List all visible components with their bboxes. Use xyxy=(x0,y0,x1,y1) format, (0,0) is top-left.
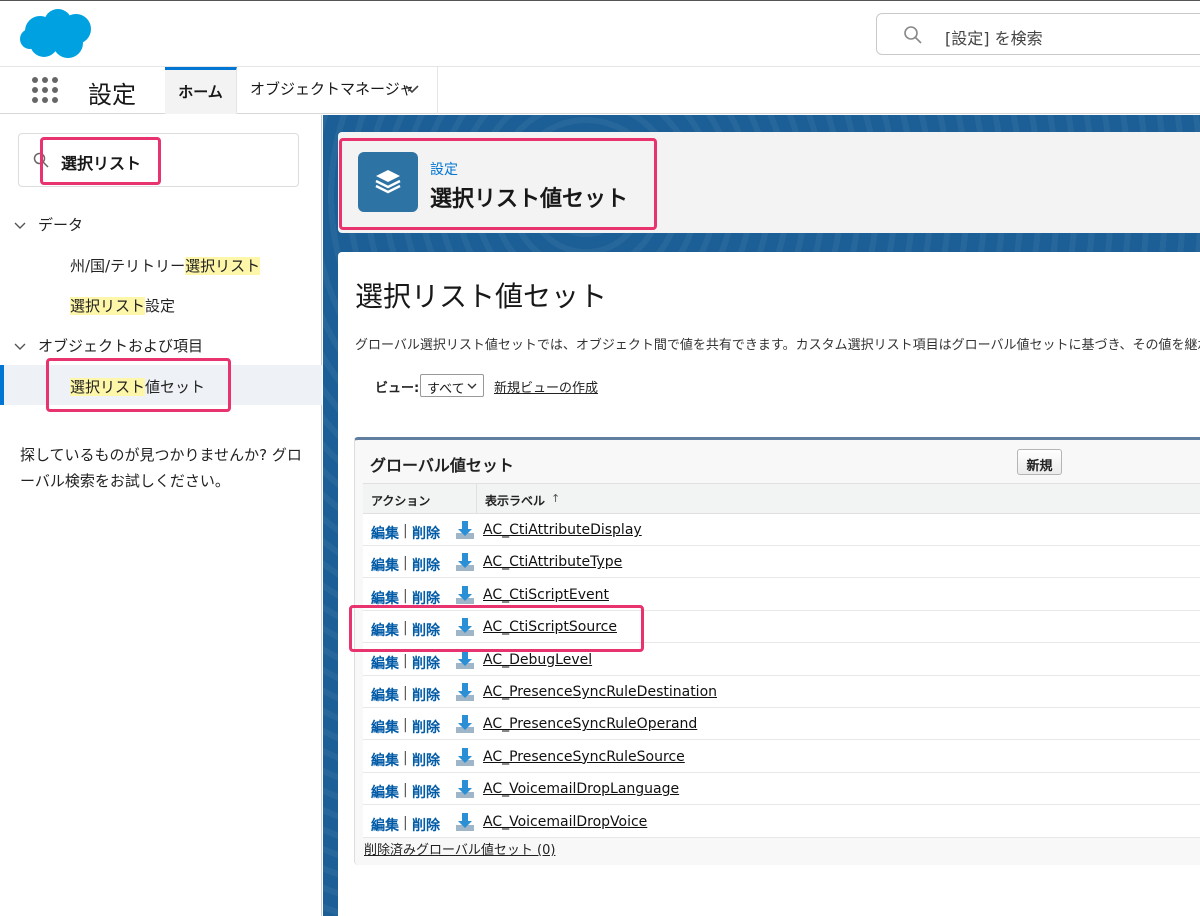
setup-sidebar: 選択リスト データ 州/国/テリトリー選択リスト 選択リスト設定 オブジェクトお… xyxy=(0,115,322,916)
global-header: [設定] を検索 xyxy=(0,0,1200,66)
value-set-name-link[interactable]: AC_CtiAttributeDisplay xyxy=(483,522,642,538)
value-set-name-link[interactable]: AC_VoicemailDropLanguage xyxy=(483,781,679,797)
delete-link[interactable]: 削除 xyxy=(412,717,440,737)
download-icon[interactable] xyxy=(454,778,476,800)
chevron-down-icon[interactable] xyxy=(405,84,419,94)
new-button[interactable]: 新規 xyxy=(1017,449,1062,475)
edit-link[interactable]: 編集 xyxy=(371,523,399,543)
search-match-highlight: 選択リスト xyxy=(70,297,146,315)
search-match-highlight: 選択リスト xyxy=(185,257,261,275)
delete-link[interactable]: 削除 xyxy=(412,685,440,705)
sidebar-item-text: 州/国/テリトリー xyxy=(70,257,186,275)
salesforce-logo[interactable] xyxy=(18,7,96,61)
value-set-name-link[interactable]: AC_PresenceSyncRuleDestination xyxy=(483,684,717,700)
delete-link[interactable]: 削除 xyxy=(412,815,440,835)
download-icon[interactable] xyxy=(454,519,476,541)
deleted-value-sets-link[interactable]: 削除済みグローバル値セット (0) xyxy=(364,839,555,858)
app-launcher-icon[interactable] xyxy=(30,75,60,105)
delete-link[interactable]: 削除 xyxy=(412,750,440,770)
edit-link[interactable]: 編集 xyxy=(371,815,399,835)
value-set-name-link[interactable]: AC_VoicemailDropVoice xyxy=(483,814,647,830)
link-separator: | xyxy=(403,717,408,734)
page-description: グローバル選択リスト値セットでは、オブジェクト間で値を共有できます。カスタム選択… xyxy=(355,338,1200,353)
edit-link[interactable]: 編集 xyxy=(371,555,399,575)
view-select[interactable]: すべて xyxy=(420,374,484,397)
chevron-down-icon xyxy=(467,383,477,389)
download-icon[interactable] xyxy=(454,746,476,768)
list-title: グローバル値セット xyxy=(370,456,514,475)
edit-link[interactable]: 編集 xyxy=(371,685,399,705)
tab-object-manager[interactable]: オブジェクトマネージャ xyxy=(238,67,438,114)
delete-link[interactable]: 削除 xyxy=(412,653,440,673)
delete-link[interactable]: 削除 xyxy=(412,523,440,543)
annotation-highlight-box xyxy=(349,605,644,652)
global-search-placeholder: [設定] を検索 xyxy=(945,29,1043,48)
column-divider xyxy=(476,484,477,514)
sidebar-item-picklist-settings[interactable]: 選択リスト設定 xyxy=(70,295,175,316)
link-separator: | xyxy=(403,587,408,604)
table-row: 編集 | 削除 AC_VoicemailDropVoice xyxy=(363,805,1200,838)
annotation-highlight-box xyxy=(46,358,231,412)
value-set-name-link[interactable]: AC_PresenceSyncRuleOperand xyxy=(483,716,697,732)
link-separator: | xyxy=(403,749,408,766)
table-row: 編集 | 削除 AC_CtiAttributeType xyxy=(363,546,1200,579)
link-separator: | xyxy=(403,685,408,701)
table-row: 編集 | 削除 AC_PresenceSyncRuleDestination xyxy=(363,676,1200,708)
view-select-value: すべて xyxy=(427,382,465,397)
edit-link[interactable]: 編集 xyxy=(371,653,399,673)
download-icon[interactable] xyxy=(454,811,476,833)
tab-object-manager-label: オブジェクトマネージャ xyxy=(250,80,414,98)
page-title: 選択リスト値セット xyxy=(355,280,608,313)
table-row: 編集 | 削除 AC_VoicemailDropLanguage xyxy=(363,773,1200,806)
help-text: 探しているものが見つかりませんか? グローバル検索をお試しください。 xyxy=(20,446,302,490)
create-new-view-link[interactable]: 新規ビューの作成 xyxy=(494,377,598,396)
column-header-label[interactable]: 表示ラベル xyxy=(485,492,545,509)
delete-link[interactable]: 削除 xyxy=(412,555,440,575)
tree-group-label: データ xyxy=(38,216,84,234)
link-separator: | xyxy=(403,814,408,831)
sidebar-item-text: 設定 xyxy=(145,297,176,315)
link-separator: | xyxy=(403,652,408,669)
link-separator: | xyxy=(403,523,408,539)
chevron-down-icon xyxy=(14,222,26,229)
tree-group-objects-fields[interactable]: オブジェクトおよび項目 xyxy=(14,335,203,356)
link-separator: | xyxy=(403,782,408,799)
edit-link[interactable]: 編集 xyxy=(371,782,399,802)
tree-group-data[interactable]: データ xyxy=(14,214,83,235)
download-icon[interactable] xyxy=(454,713,476,735)
value-set-name-link[interactable]: AC_DebugLevel xyxy=(483,652,592,668)
value-set-name-link[interactable]: AC_PresenceSyncRuleSource xyxy=(483,749,685,765)
table-row: 編集 | 削除 AC_CtiAttributeDisplay xyxy=(363,514,1200,546)
edit-link[interactable]: 編集 xyxy=(371,717,399,737)
sort-ascending-icon[interactable]: ↑ xyxy=(551,492,560,505)
table-row: 編集 | 削除 AC_PresenceSyncRuleSource xyxy=(363,740,1200,773)
global-search-input[interactable]: [設定] を検索 xyxy=(876,13,1200,55)
app-nav-bar: 設定 ホーム オブジェクトマネージャ xyxy=(0,66,1200,114)
search-icon xyxy=(904,26,922,44)
link-separator: | xyxy=(403,555,408,572)
delete-link[interactable]: 削除 xyxy=(412,782,440,802)
tab-home[interactable]: ホーム xyxy=(165,67,237,114)
value-set-name-link[interactable]: AC_CtiScriptEvent xyxy=(483,587,609,603)
column-header-action: アクション xyxy=(371,494,431,508)
edit-link[interactable]: 編集 xyxy=(371,750,399,770)
table-row: 編集 | 削除 AC_PresenceSyncRuleOperand xyxy=(363,708,1200,741)
annotation-highlight-box xyxy=(40,137,161,185)
chevron-down-icon xyxy=(14,343,26,350)
download-icon[interactable] xyxy=(454,584,476,606)
app-name: 設定 xyxy=(88,81,136,109)
tree-group-label: オブジェクトおよび項目 xyxy=(38,337,204,355)
sidebar-item-state-country-picklists[interactable]: 州/国/テリトリー選択リスト xyxy=(70,255,261,276)
download-icon[interactable] xyxy=(454,681,476,703)
annotation-highlight-box xyxy=(339,138,657,230)
view-label: ビュー: xyxy=(375,381,420,396)
download-icon[interactable] xyxy=(454,551,476,573)
value-set-name-link[interactable]: AC_CtiAttributeType xyxy=(483,554,622,570)
